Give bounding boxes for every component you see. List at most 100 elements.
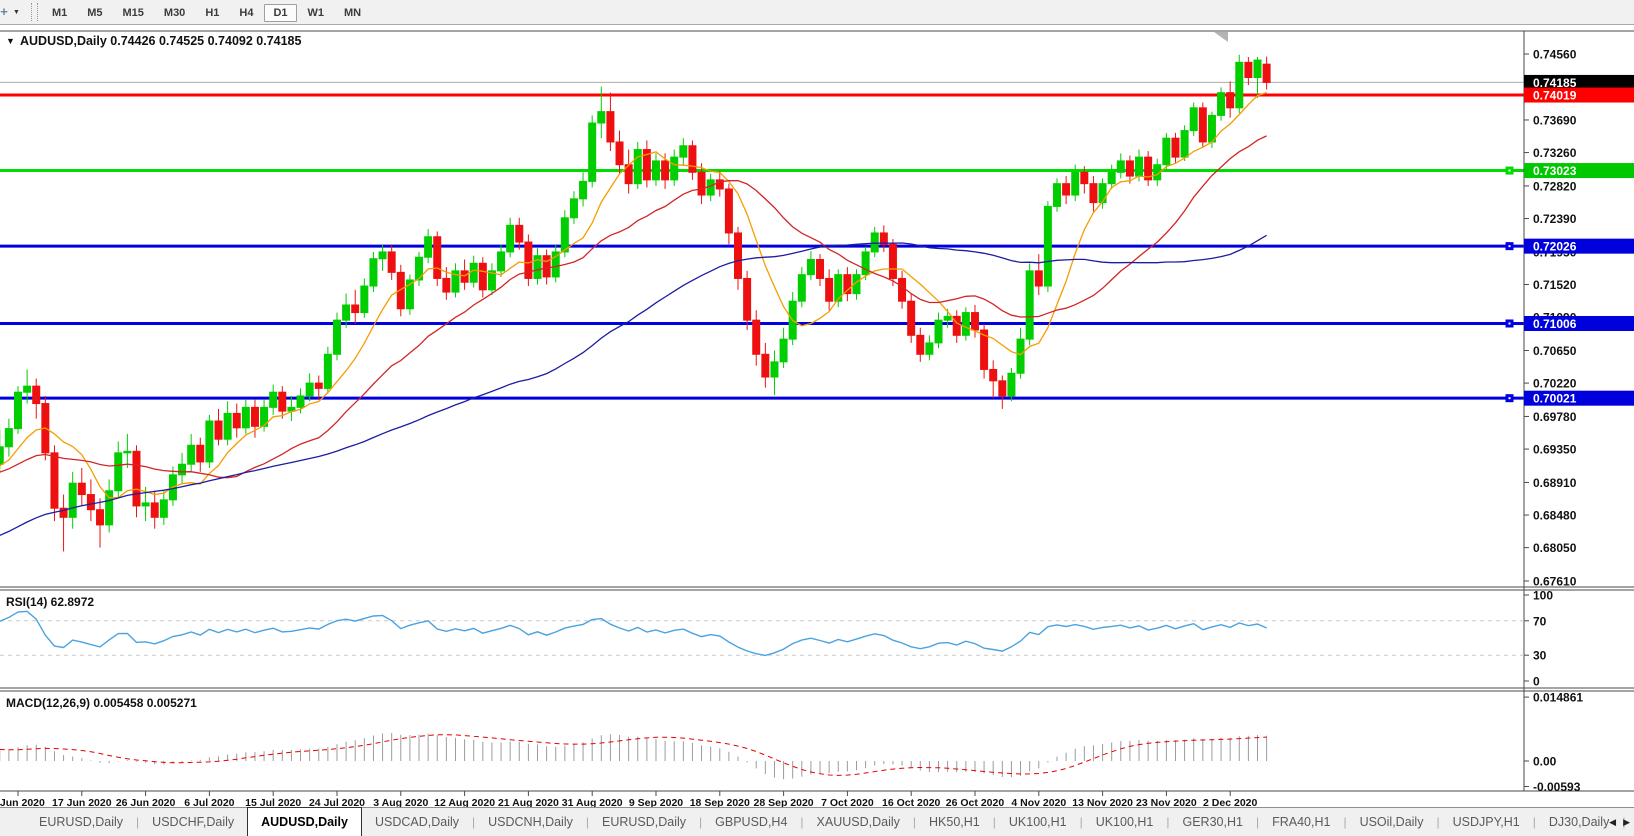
candle-body <box>780 339 787 362</box>
candle-body <box>97 510 104 525</box>
date-label: 8 Jun 2020 <box>0 797 45 807</box>
date-label: 18 Sep 2020 <box>690 797 750 807</box>
macd-tick-label: -0.00593 <box>1533 780 1581 794</box>
chart-tab-fra40-h1[interactable]: FRA40,H1 <box>1259 808 1343 836</box>
chart-tab-usoil-daily[interactable]: USOil,Daily <box>1347 808 1437 836</box>
candle-body <box>1081 172 1088 183</box>
macd-title: MACD(12,26,9) 0.005458 0.005271 <box>6 696 197 710</box>
price-chart-svg[interactable]: ▼AUDUSD,Daily 0.74426 0.74525 0.74092 0.… <box>0 25 1634 807</box>
candle-body <box>1172 138 1179 157</box>
macd-tick-label: 0.00 <box>1533 755 1557 769</box>
chart-tab-gbpusd-h4[interactable]: GBPUSD,H4 <box>702 808 800 836</box>
rsi-tick-label: 100 <box>1533 589 1553 603</box>
chart-area[interactable]: ▼AUDUSD,Daily 0.74426 0.74525 0.74092 0.… <box>0 25 1634 807</box>
candle-body <box>971 313 978 330</box>
chevron-down-icon[interactable]: ▼ <box>13 9 20 16</box>
chart-tab-eurusd-daily[interactable]: EURUSD,Daily <box>26 808 136 836</box>
candle-body <box>470 263 477 282</box>
chart-tab-audusd-daily[interactable]: AUDUSD,Daily <box>247 807 362 836</box>
chart-tab-usdchf-daily[interactable]: USDCHF,Daily <box>139 808 247 836</box>
candle-body <box>999 381 1006 396</box>
candle-body <box>1017 339 1024 373</box>
candle-body <box>899 278 906 301</box>
chart-tab-usdjpy-h1[interactable]: USDJPY,H1 <box>1440 808 1533 836</box>
price-tick-label: 0.74560 <box>1533 48 1577 62</box>
price-tick-label: 0.68910 <box>1533 476 1577 490</box>
candle-body <box>771 362 778 377</box>
candle-body <box>179 464 186 475</box>
candle-body <box>151 503 158 517</box>
candle-body <box>1254 60 1261 77</box>
candle-body <box>871 233 878 252</box>
macd-tick-label: 0.014861 <box>1533 691 1583 705</box>
timeframe-button-h1[interactable]: H1 <box>196 4 228 22</box>
candle-body <box>917 335 924 354</box>
timeframe-button-m15[interactable]: M15 <box>114 4 153 22</box>
candle-body <box>1208 115 1215 142</box>
candle-body <box>1044 206 1051 286</box>
chart-title: AUDUSD,Daily 0.74426 0.74525 0.74092 0.7… <box>20 34 301 48</box>
candle-body <box>379 252 386 259</box>
crosshair-icon[interactable]: + <box>0 5 11 19</box>
candle-body <box>817 259 824 278</box>
price-box-label: 0.74019 <box>1533 89 1577 103</box>
timeframe-button-m30[interactable]: M30 <box>155 4 194 22</box>
candle-body <box>680 146 687 157</box>
candle-body <box>1035 271 1042 286</box>
candle-body <box>352 305 359 313</box>
candle-body <box>1072 172 1079 195</box>
timeframe-button-m5[interactable]: M5 <box>78 4 111 22</box>
chart-tab-xauusd-daily[interactable]: XAUUSD,Daily <box>804 808 913 836</box>
candle-body <box>570 199 577 218</box>
price-tick-label: 0.68480 <box>1533 509 1577 523</box>
timeframe-button-d1[interactable]: D1 <box>264 4 296 22</box>
chart-tab-eurusd-daily[interactable]: EURUSD,Daily <box>589 808 699 836</box>
chart-tab-uk100-h1[interactable]: UK100,H1 <box>996 808 1080 836</box>
price-tick-label: 0.67610 <box>1533 575 1577 589</box>
cursor-tool-group[interactable]: + ▼ <box>0 5 27 19</box>
chart-tab-hk50-h1[interactable]: HK50,H1 <box>916 808 993 836</box>
candle-body <box>908 301 915 335</box>
price-tick-label: 0.69780 <box>1533 410 1577 424</box>
tab-scroll-left-icon[interactable]: ◀ <box>1609 817 1616 828</box>
candle-body <box>1199 108 1206 142</box>
tab-scroll-right-icon[interactable]: ▶ <box>1623 817 1630 828</box>
timeframe-button-m1[interactable]: M1 <box>43 4 76 22</box>
date-label: 13 Nov 2020 <box>1072 797 1133 807</box>
chart-tab-usdcnh-daily[interactable]: USDCNH,Daily <box>475 808 586 836</box>
candle-body <box>215 421 222 439</box>
price-tick-label: 0.72820 <box>1533 179 1577 193</box>
price-box-label: 0.70021 <box>1533 392 1577 406</box>
date-label: 23 Nov 2020 <box>1136 797 1197 807</box>
candle-body <box>425 237 432 257</box>
timeframe-button-w1[interactable]: W1 <box>299 4 334 22</box>
chart-tabs: EURUSD,Daily|USDCHF,DailyAUDUSD,DailyUSD… <box>26 808 1634 836</box>
candle-body <box>188 445 195 464</box>
chart-tab-uk100-h1[interactable]: UK100,H1 <box>1083 808 1167 836</box>
candle-body <box>516 225 523 242</box>
date-label: 7 Oct 2020 <box>821 797 874 807</box>
toolbar-grip[interactable] <box>31 3 38 21</box>
chart-tab-ger30-h1[interactable]: GER30,H1 <box>1170 808 1256 836</box>
candle-body <box>689 146 696 173</box>
date-label: 17 Jun 2020 <box>52 797 112 807</box>
chart-tab-usdcad-daily[interactable]: USDCAD,Daily <box>362 808 472 836</box>
candle-body <box>935 320 942 343</box>
candle-body <box>1136 157 1143 176</box>
price-tick-label: 0.73690 <box>1533 113 1577 127</box>
candle-body <box>124 451 131 453</box>
timeframe-button-h4[interactable]: H4 <box>230 4 262 22</box>
price-tick-label: 0.70220 <box>1533 377 1577 391</box>
candle-body <box>361 286 368 313</box>
candle-body <box>233 413 240 427</box>
date-label: 3 Aug 2020 <box>373 797 428 807</box>
candle-body <box>343 305 350 320</box>
date-label: 21 Aug 2020 <box>498 797 559 807</box>
date-label: 6 Jul 2020 <box>184 797 234 807</box>
candle-body <box>944 316 951 320</box>
timeframe-button-mn[interactable]: MN <box>335 4 370 22</box>
candle-body <box>1263 64 1270 82</box>
candle-body <box>607 112 614 142</box>
candle-body <box>1026 271 1033 339</box>
candle-body <box>270 392 277 407</box>
